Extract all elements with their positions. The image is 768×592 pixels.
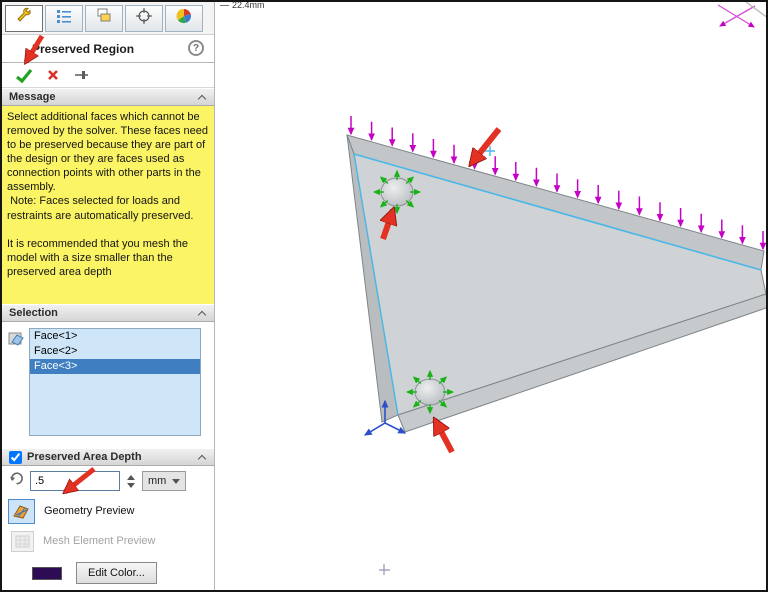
stepper-up-icon[interactable] bbox=[127, 475, 135, 480]
chevron-down-icon bbox=[172, 479, 180, 484]
tab-configuration-manager[interactable] bbox=[85, 5, 123, 32]
depth-input-row: mm bbox=[2, 466, 214, 496]
pushpin-button[interactable] bbox=[73, 67, 89, 83]
list-item-face3[interactable]: Face<3> bbox=[30, 359, 200, 374]
selection-section-label: Selection bbox=[9, 307, 58, 319]
geometry-preview-label: Geometry Preview bbox=[44, 505, 134, 517]
stepper-down-icon[interactable] bbox=[127, 483, 135, 488]
preserved-area-depth-label: Preserved Area Depth bbox=[27, 451, 142, 463]
dimension-line bbox=[220, 5, 229, 6]
mesh-element-preview-label: Mesh Element Preview bbox=[43, 535, 156, 547]
collapse-chevron-icon bbox=[198, 311, 206, 319]
message-text: Select additional faces which cannot be … bbox=[2, 106, 214, 304]
mesh-element-preview-button bbox=[11, 531, 34, 552]
collapse-chevron-icon bbox=[198, 95, 206, 103]
panel-title-row: Preserved Region ? bbox=[2, 35, 214, 62]
dimxpert-tab-icon bbox=[134, 6, 154, 31]
property-manager-panel: Preserved Region ? Message Select additi… bbox=[2, 2, 215, 590]
page-title: Preserved Region bbox=[32, 42, 134, 56]
list-item-face1[interactable]: Face<1> bbox=[30, 329, 200, 344]
color-swatch bbox=[32, 567, 62, 580]
tab-dimxpert-manager[interactable] bbox=[125, 5, 163, 32]
selection-body: Face<1> Face<2> Face<3> bbox=[2, 322, 214, 448]
help-button[interactable]: ? bbox=[188, 40, 204, 56]
message-section-label: Message bbox=[9, 91, 55, 103]
ok-button[interactable] bbox=[15, 67, 33, 84]
pm-action-bar bbox=[2, 63, 214, 88]
color-row: Edit Color... bbox=[2, 556, 214, 584]
tab-display-manager[interactable] bbox=[165, 5, 203, 32]
geometry-preview-row: Geometry Preview bbox=[2, 496, 214, 526]
manager-tab-bar bbox=[2, 2, 214, 35]
unit-value: mm bbox=[148, 475, 166, 487]
unit-dropdown[interactable]: mm bbox=[142, 471, 186, 491]
tab-property-manager[interactable] bbox=[5, 5, 43, 32]
geometry-preview-button[interactable] bbox=[8, 499, 35, 524]
preserved-area-depth-checkbox[interactable] bbox=[9, 451, 22, 464]
property-manager-tab-icon bbox=[14, 6, 34, 31]
configuration-manager-tab-icon bbox=[94, 6, 114, 31]
dimension-label: 22.4mm bbox=[232, 0, 265, 10]
selection-section-header[interactable]: Selection bbox=[2, 304, 214, 322]
tab-feature-manager[interactable] bbox=[45, 5, 83, 32]
edit-color-button[interactable]: Edit Color... bbox=[76, 562, 157, 584]
face-select-icon bbox=[8, 330, 25, 352]
message-section-header[interactable]: Message bbox=[2, 88, 214, 106]
mesh-preview-row: Mesh Element Preview bbox=[2, 526, 214, 556]
graphics-viewport[interactable]: 22.4mm bbox=[216, 2, 766, 590]
face-selection-list[interactable]: Face<1> Face<2> Face<3> bbox=[29, 328, 201, 436]
collapse-chevron-icon bbox=[198, 455, 206, 463]
cancel-button[interactable] bbox=[46, 68, 60, 82]
depth-value-input[interactable] bbox=[30, 471, 120, 491]
feature-manager-tab-icon bbox=[54, 6, 74, 31]
reverse-direction-icon[interactable] bbox=[8, 470, 25, 492]
solidworks-window: Preserved Region ? Message Select additi… bbox=[0, 0, 768, 592]
preserved-area-depth-header[interactable]: Preserved Area Depth bbox=[2, 448, 214, 466]
list-item-face2[interactable]: Face<2> bbox=[30, 344, 200, 359]
depth-stepper[interactable] bbox=[125, 475, 137, 488]
display-manager-tab-icon bbox=[174, 6, 194, 31]
